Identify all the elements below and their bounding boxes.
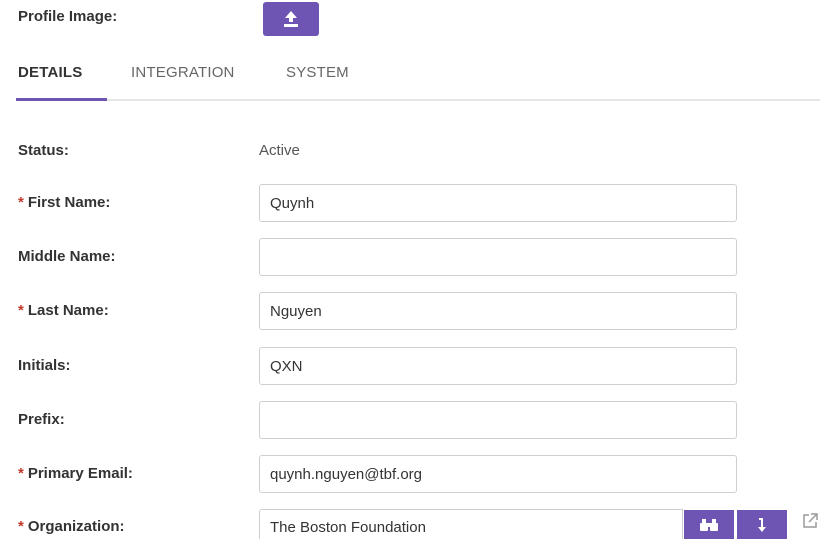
external-link-icon: [803, 513, 818, 528]
first-name-label: * First Name:: [18, 194, 110, 211]
organization-open-link[interactable]: [801, 512, 820, 536]
organization-label-text: Organization:: [27, 518, 125, 535]
required-marker: *: [18, 465, 24, 482]
first-name-label-text: First Name:: [27, 194, 111, 211]
middle-name-label: Middle Name:: [18, 248, 116, 265]
first-name-input[interactable]: [259, 184, 737, 222]
tab-system[interactable]: SYSTEM: [286, 64, 349, 81]
tab-bar-divider: [16, 99, 820, 101]
required-marker: *: [18, 302, 24, 319]
required-marker: *: [18, 194, 24, 211]
prefix-input[interactable]: [259, 401, 737, 439]
primary-email-input[interactable]: [259, 455, 737, 493]
binoculars-icon: [700, 519, 718, 531]
required-marker: *: [18, 518, 24, 535]
upload-icon: [284, 11, 298, 27]
last-name-input[interactable]: [259, 292, 737, 330]
last-name-label-text: Last Name:: [27, 302, 109, 319]
middle-name-input[interactable]: [259, 238, 737, 276]
arrow-down-icon: [758, 518, 766, 532]
organization-input[interactable]: [259, 509, 683, 539]
primary-email-label: * Primary Email:: [18, 465, 133, 482]
active-tab-indicator: [16, 98, 107, 101]
initials-input[interactable]: [259, 347, 737, 385]
last-name-label: * Last Name:: [18, 302, 109, 319]
organization-label: * Organization:: [18, 518, 125, 535]
status-value: Active: [259, 142, 300, 159]
upload-profile-image-button[interactable]: [263, 2, 319, 36]
primary-email-label-text: Primary Email:: [27, 465, 133, 482]
organization-search-button[interactable]: [684, 510, 734, 539]
status-label: Status:: [18, 142, 69, 159]
tab-integration[interactable]: INTEGRATION: [131, 64, 235, 81]
contact-detail-form: Profile Image: DETAILS INTEGRATION SYSTE…: [0, 0, 820, 539]
tab-details[interactable]: DETAILS: [18, 64, 82, 81]
tab-bar: DETAILS INTEGRATION SYSTEM: [16, 60, 820, 102]
profile-image-label: Profile Image:: [18, 8, 118, 25]
prefix-label: Prefix:: [18, 411, 65, 428]
initials-label: Initials:: [18, 357, 71, 374]
organization-select-button[interactable]: [737, 510, 787, 539]
